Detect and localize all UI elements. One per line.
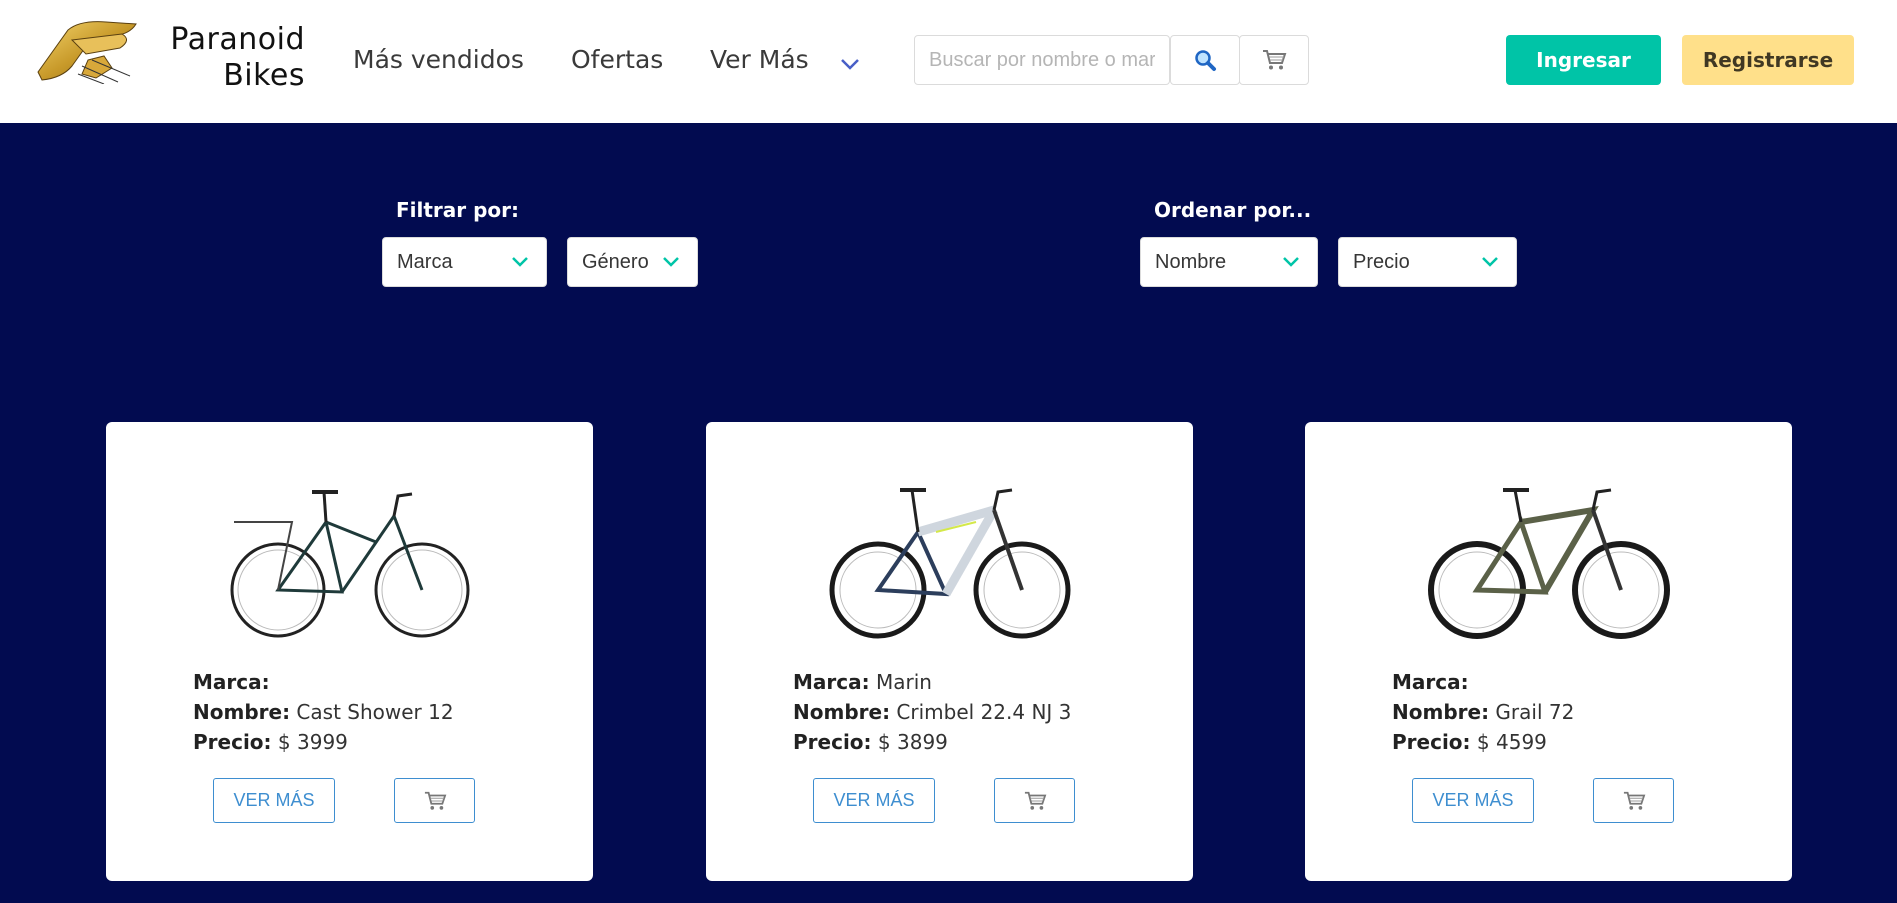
cart-button[interactable] [1239, 35, 1309, 85]
sort-label: Ordenar por... [1154, 198, 1312, 222]
cart-icon [424, 791, 446, 810]
product-price: $ 3899 [877, 730, 948, 754]
top-navbar: Paranoid Bikes Más vendidos Ofertas Ver … [0, 0, 1897, 123]
cart-icon [1024, 791, 1046, 810]
see-more-button[interactable]: VER MÁS [213, 778, 335, 823]
brand-label: Marca: [193, 670, 270, 694]
product-info: Marca: Nombre: Cast Shower 12 Precio: $ … [193, 667, 454, 757]
brand-logo[interactable] [32, 20, 140, 84]
brand-label: Marca: [1392, 670, 1469, 694]
chevron-down-icon [663, 257, 679, 267]
brand-select-value: Marca [397, 251, 453, 273]
brand-name-line2: Bikes [223, 58, 305, 93]
chevron-down-icon [512, 257, 528, 267]
name-sort-select-value: Nombre [1155, 251, 1227, 273]
bike-image[interactable] [226, 482, 472, 644]
add-to-cart-button[interactable] [994, 778, 1075, 823]
product-info: Marca: Marin Nombre: Crimbel 22.4 NJ 3 P… [793, 667, 1071, 757]
see-more-button[interactable]: VER MÁS [813, 778, 935, 823]
price-sort-select-value: Precio [1353, 251, 1410, 273]
product-name: Cast Shower 12 [296, 700, 454, 724]
name-sort-select[interactable]: Nombre [1140, 237, 1318, 287]
bike-image[interactable] [826, 482, 1072, 644]
brand-label: Marca: [793, 670, 870, 694]
nav-link-best-sellers[interactable]: Más vendidos [353, 44, 524, 76]
cart-icon [1623, 791, 1645, 810]
gender-select-value: Género [582, 251, 649, 273]
product-card: Marca: Nombre: Grail 72 Precio: $ 4599 V… [1305, 422, 1792, 881]
chevron-down-icon [1482, 257, 1498, 267]
product-price: $ 3999 [277, 730, 348, 754]
chevron-down-icon [1283, 257, 1299, 267]
brand-name-line1: Paranoid [170, 22, 305, 57]
bike-image[interactable] [1425, 482, 1671, 644]
register-button[interactable]: Registrarse [1682, 35, 1854, 85]
price-label: Precio: [193, 730, 272, 754]
product-info: Marca: Nombre: Grail 72 Precio: $ 4599 [1392, 667, 1574, 757]
nav-link-see-more[interactable]: Ver Más [710, 44, 809, 76]
gender-select[interactable]: Género [567, 237, 698, 287]
filter-label: Filtrar por: [396, 198, 520, 222]
product-price: $ 4599 [1476, 730, 1547, 754]
price-sort-select[interactable]: Precio [1338, 237, 1517, 287]
see-more-button[interactable]: VER MÁS [1412, 778, 1534, 823]
product-name: Grail 72 [1495, 700, 1575, 724]
add-to-cart-button[interactable] [394, 778, 475, 823]
product-name: Crimbel 22.4 NJ 3 [896, 700, 1072, 724]
name-label: Nombre: [193, 700, 291, 724]
brand-name[interactable]: Paranoid Bikes [150, 22, 305, 94]
add-to-cart-button[interactable] [1593, 778, 1674, 823]
nav-link-offers[interactable]: Ofertas [571, 44, 663, 76]
search-icon [1195, 50, 1216, 71]
price-label: Precio: [1392, 730, 1471, 754]
name-label: Nombre: [1392, 700, 1490, 724]
brand-select[interactable]: Marca [382, 237, 547, 287]
search-input[interactable] [914, 35, 1170, 85]
chevron-down-icon[interactable] [838, 52, 862, 76]
login-button[interactable]: Ingresar [1506, 35, 1661, 85]
product-brand: Marin [875, 670, 932, 694]
product-card: Marca: Nombre: Cast Shower 12 Precio: $ … [106, 422, 593, 881]
product-card: Marca: Marin Nombre: Crimbel 22.4 NJ 3 P… [706, 422, 1193, 881]
cart-icon [1263, 50, 1287, 70]
search-button[interactable] [1170, 35, 1240, 85]
name-label: Nombre: [793, 700, 891, 724]
price-label: Precio: [793, 730, 872, 754]
